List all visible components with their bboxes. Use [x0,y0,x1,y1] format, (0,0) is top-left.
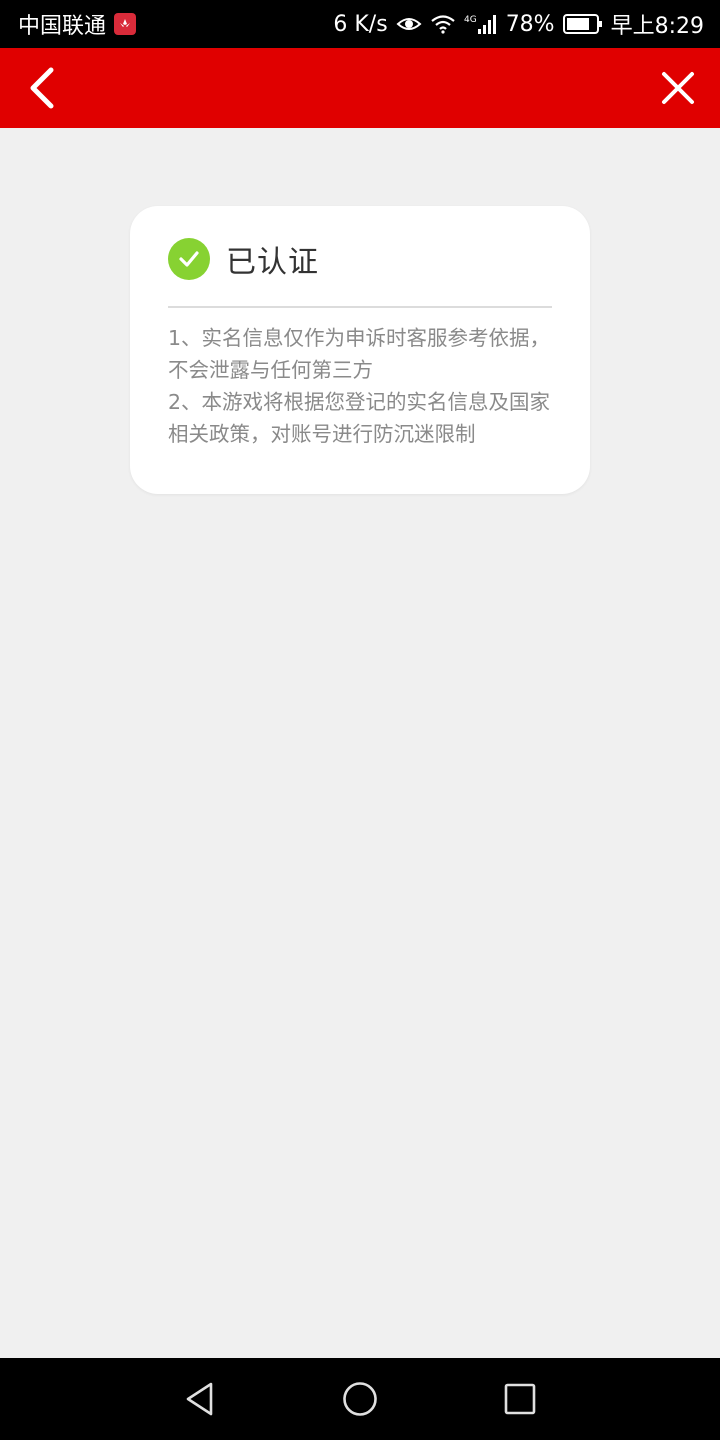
eye-icon [396,14,422,34]
system-nav-bar [0,1358,720,1440]
verified-title: 已认证 [226,245,319,280]
top-nav-bar [0,48,720,128]
wifi-icon [430,14,456,34]
check-circle-icon [168,238,210,280]
system-home-button[interactable] [339,1378,381,1420]
status-left: 中国联通 [18,8,137,40]
carrier-name: 中国联通 [18,14,107,39]
system-recents-button[interactable] [499,1378,541,1420]
back-triangle-icon [186,1382,213,1416]
recents-square-icon [504,1383,536,1415]
signal-4g-icon: 4G [464,13,498,35]
battery-percent: 78% [505,11,555,37]
battery-icon [562,13,603,35]
notice-text: 1、实名信息仅作为申诉时客服参考依据，不会泄露与任何第三方 2、本游戏将根据您登… [168,322,558,450]
back-button[interactable] [18,64,66,112]
notice-line: 2、本游戏将根据您登记的实名信息及国家相关政策，对账号进行防沉迷限制 [168,390,551,446]
status-right: 6 K/s 4G 78% 早上8:29 [333,8,704,40]
close-button[interactable] [654,64,702,112]
network-type-label: 4G [464,15,477,25]
home-circle-icon [343,1382,377,1416]
status-bar: 中国联通 6 K/s 4G 78% 早上8:29 [0,0,720,48]
huawei-badge-icon [114,13,137,35]
card-divider [168,306,552,308]
close-icon [662,72,694,104]
verification-card: 已认证 1、实名信息仅作为申诉时客服参考依据，不会泄露与任何第三方 2、本游戏将… [130,206,590,494]
clock-time: 早上8:29 [610,14,704,39]
net-speed: 6 K/s [333,11,388,37]
system-back-button[interactable] [179,1378,221,1420]
verification-status: 已认证 [168,236,319,282]
chevron-left-icon [30,67,54,109]
notice-line: 1、实名信息仅作为申诉时客服参考依据，不会泄露与任何第三方 [168,326,551,382]
screen: 中国联通 6 K/s 4G 78% 早上8:29 已认证 1、实名信息仅作为申诉… [0,0,720,1440]
